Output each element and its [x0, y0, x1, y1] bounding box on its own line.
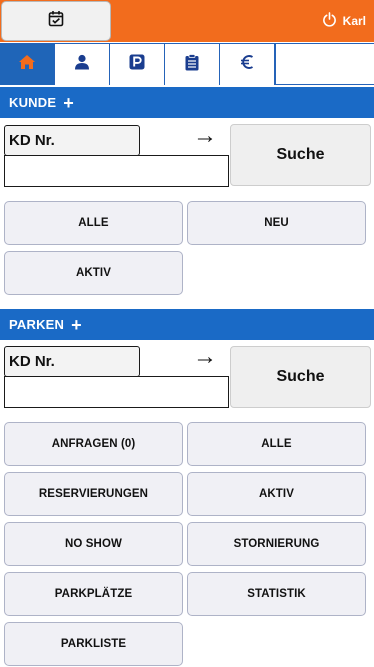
parking-customer-number-label: KD Nr.	[4, 346, 140, 377]
arrow-right-icon: →	[193, 343, 217, 370]
parking-section-title: PARKEN	[9, 317, 65, 332]
customer-search-button[interactable]: Suche	[230, 124, 371, 186]
top-bar: Karl	[0, 0, 374, 42]
parking-search-input[interactable]	[4, 376, 229, 408]
parking-reservations-button[interactable]: RESERVIERUNGEN	[4, 472, 183, 516]
parking-search-button[interactable]: Suche	[230, 346, 371, 408]
customer-search-input[interactable]	[4, 155, 229, 187]
power-icon[interactable]	[322, 12, 337, 30]
customer-number-label: KD Nr.	[4, 125, 140, 156]
tab-list[interactable]	[165, 43, 220, 85]
customer-active-button[interactable]: AKTIV	[4, 251, 183, 295]
parking-requests-button[interactable]: ANFRAGEN (0)	[4, 422, 183, 466]
tab-home[interactable]	[0, 43, 55, 85]
user-icon	[74, 54, 90, 75]
tab-parking[interactable]	[110, 43, 165, 85]
parking-cancellation-button[interactable]: STORNIERUNG	[187, 522, 366, 566]
tab-bar-filler	[275, 43, 374, 84]
clipboard-list-icon	[185, 53, 199, 76]
customer-all-button[interactable]: ALLE	[4, 201, 183, 245]
customer-new-button[interactable]: NEU	[187, 201, 366, 245]
user-area[interactable]: Karl	[322, 0, 366, 42]
tab-bar	[0, 43, 374, 85]
parking-list-button[interactable]: PARKLISTE	[4, 622, 183, 666]
home-icon	[18, 54, 36, 75]
add-parking-button[interactable]: +	[71, 316, 82, 334]
arrow-right-icon: →	[193, 122, 217, 149]
parking-no-show-button[interactable]: NO SHOW	[4, 522, 183, 566]
euro-icon	[240, 54, 254, 75]
tab-customer[interactable]	[55, 43, 110, 85]
parking-section-header: PARKEN +	[0, 309, 374, 340]
calendar-button[interactable]	[1, 1, 111, 41]
customer-section-header: KUNDE +	[0, 87, 374, 118]
add-customer-button[interactable]: +	[63, 94, 74, 112]
parking-icon	[129, 54, 145, 75]
parking-spaces-button[interactable]: PARKPLÄTZE	[4, 572, 183, 616]
parking-statistics-button[interactable]: STATISTIK	[187, 572, 366, 616]
customer-section-title: KUNDE	[9, 95, 57, 110]
parking-all-button[interactable]: ALLE	[187, 422, 366, 466]
user-name: Karl	[342, 14, 366, 28]
tab-finance[interactable]	[220, 43, 275, 85]
calendar-check-icon	[48, 10, 64, 32]
parking-active-button[interactable]: AKTIV	[187, 472, 366, 516]
